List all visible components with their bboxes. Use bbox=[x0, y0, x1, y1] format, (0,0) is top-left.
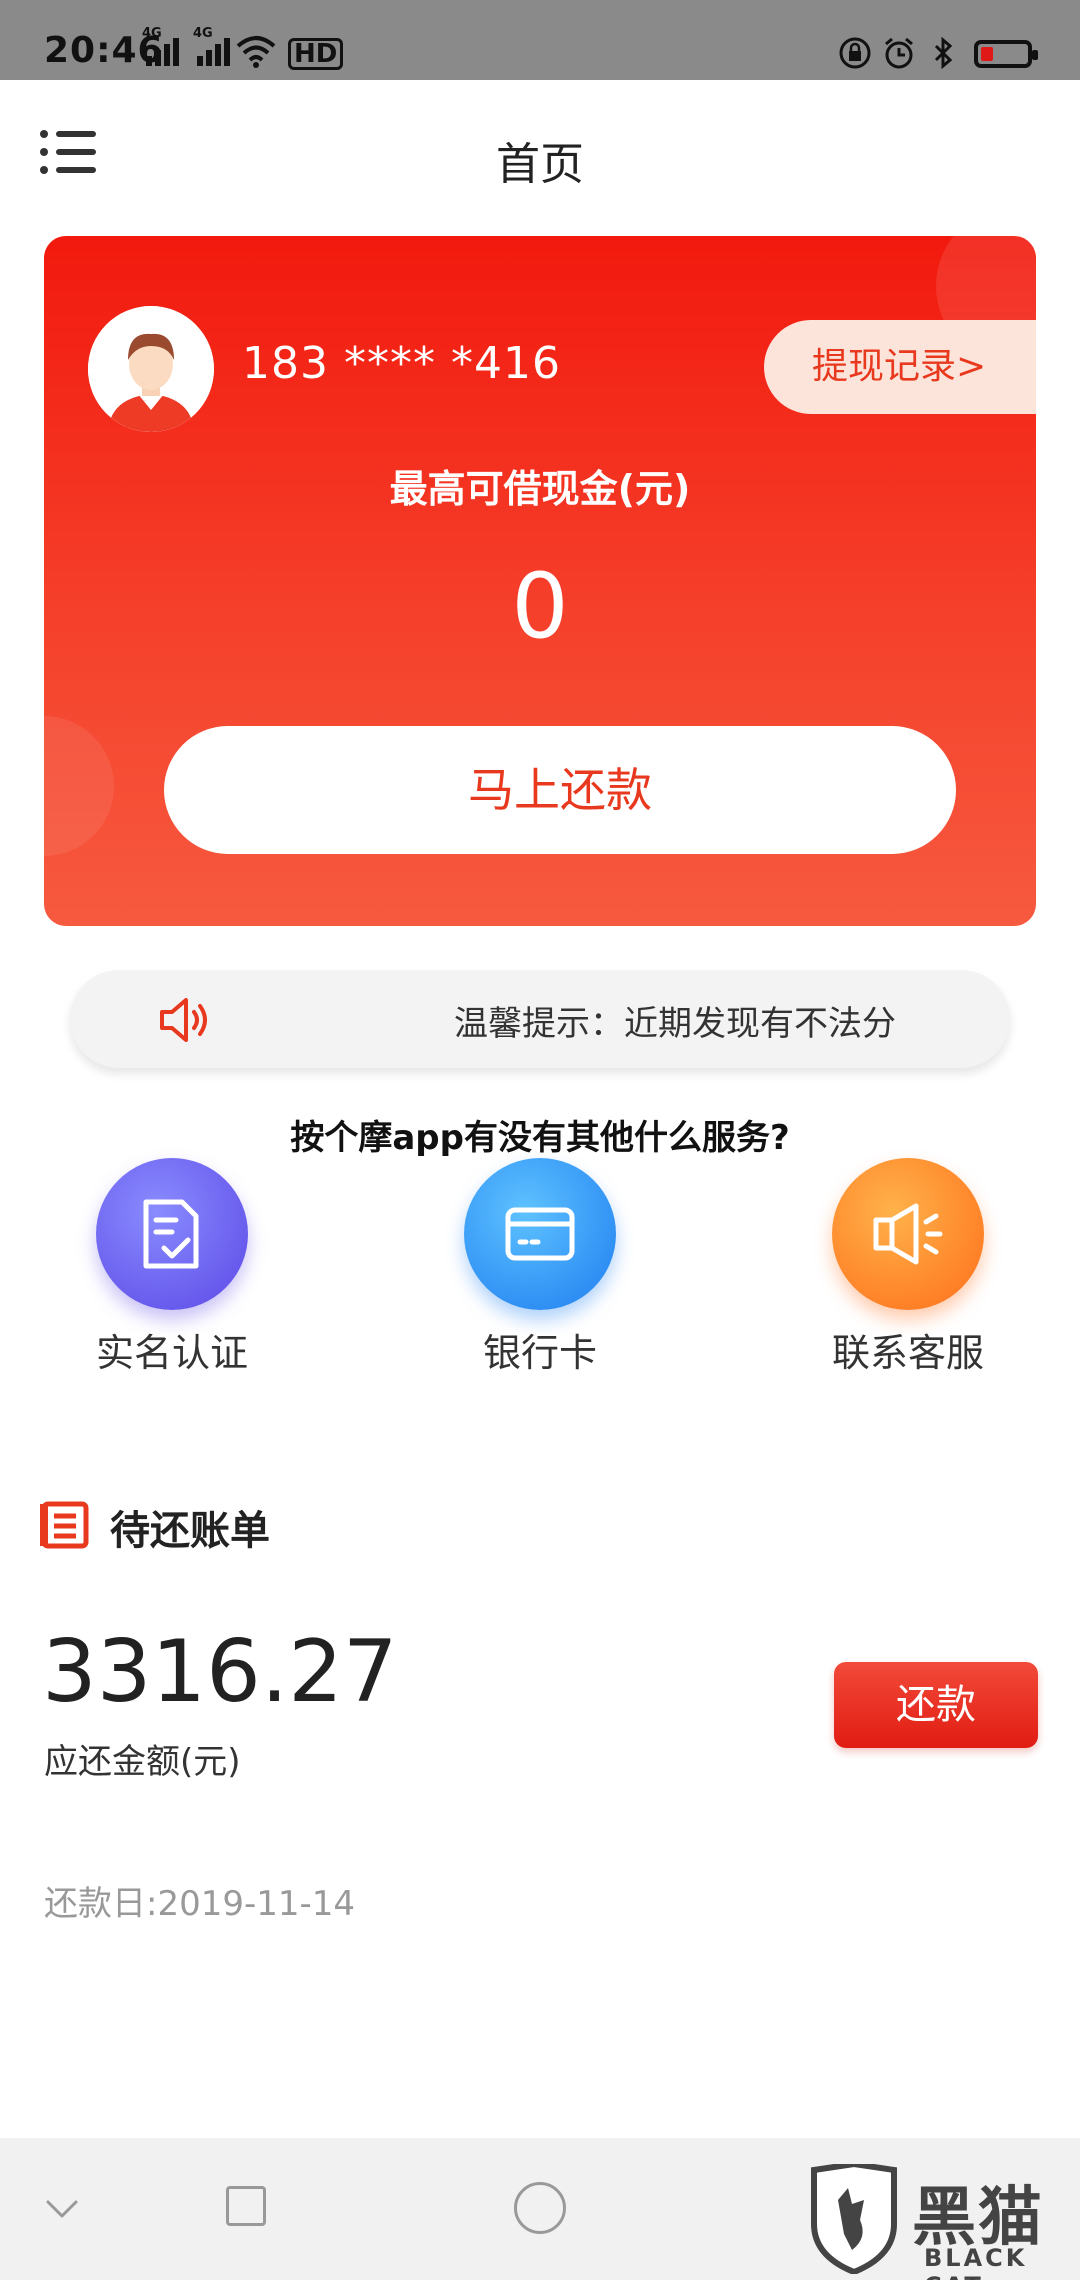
bills-title: 待还账单 bbox=[110, 1508, 270, 1554]
max-loan-value: 0 bbox=[511, 554, 569, 659]
hd-badge: HD bbox=[288, 38, 344, 70]
megaphone-icon bbox=[873, 1203, 943, 1265]
max-loan-label: 最高可借现金(元) bbox=[389, 467, 691, 511]
notice-text: 温馨提示：近期发现有不法分 bbox=[454, 1004, 896, 1044]
account-card: 183 **** *416 提现记录> 最高可借现金(元) 0 马上还款 bbox=[44, 236, 1036, 926]
bill-amount-label: 应还金额(元) bbox=[44, 1742, 241, 1782]
watermark-en: BLACK CAT bbox=[924, 2244, 1028, 2280]
card-decoration bbox=[44, 716, 114, 856]
signal-icon: 4G bbox=[193, 26, 230, 66]
wifi-icon bbox=[236, 36, 276, 68]
action-label: 联系客服 bbox=[831, 1331, 984, 1375]
signal-icon: 4G bbox=[142, 26, 179, 66]
overlay-question: 按个摩app有没有其他什么服务? bbox=[290, 1118, 790, 1158]
notice-banner[interactable]: 温馨提示：近期发现有不法分 bbox=[70, 970, 1010, 1068]
phone-number: 183 **** *416 bbox=[242, 338, 561, 389]
action-circle bbox=[96, 1158, 248, 1310]
lock-rotation-icon bbox=[839, 37, 871, 69]
page-title: 首页 bbox=[496, 139, 584, 190]
home-button[interactable] bbox=[514, 2182, 566, 2234]
speaker-icon bbox=[160, 998, 207, 1042]
recent-apps-button[interactable] bbox=[226, 2186, 266, 2226]
customer-service-button[interactable]: 联系客服 bbox=[788, 1158, 1028, 1378]
battery-level bbox=[981, 47, 993, 61]
document-check-icon bbox=[143, 1199, 199, 1269]
action-circle bbox=[832, 1158, 984, 1310]
signal-group: 4G 4G bbox=[142, 26, 230, 66]
black-cat-watermark: 黑猫 BLACK CAT bbox=[808, 2160, 1080, 2280]
bank-card-button[interactable]: 银行卡 bbox=[420, 1158, 660, 1378]
bill-amount: 3316.27 bbox=[42, 1622, 398, 1722]
real-name-auth-button[interactable]: 实名认证 bbox=[52, 1158, 292, 1378]
back-icon[interactable] bbox=[42, 2188, 82, 2228]
repay-now-button[interactable]: 马上还款 bbox=[164, 726, 956, 854]
battery-icon bbox=[974, 40, 1038, 68]
repay-button[interactable]: 还款 bbox=[834, 1662, 1038, 1748]
bank-card-icon bbox=[505, 1207, 575, 1261]
network-type-label: 4G bbox=[193, 26, 213, 41]
bill-list-icon bbox=[40, 1501, 89, 1549]
cat-shield-logo bbox=[811, 2164, 897, 2274]
due-date: 还款日:2019-11-14 bbox=[44, 1884, 356, 1924]
action-label: 银行卡 bbox=[482, 1331, 597, 1375]
avatar-icon bbox=[88, 306, 214, 432]
withdraw-records-button[interactable]: 提现记录> bbox=[764, 320, 1036, 414]
network-type-label: 4G bbox=[142, 26, 162, 41]
action-circle bbox=[464, 1158, 616, 1310]
alarm-icon bbox=[885, 37, 913, 69]
action-label: 实名认证 bbox=[95, 1331, 248, 1375]
avatar bbox=[88, 306, 214, 432]
bluetooth-icon bbox=[934, 36, 953, 70]
status-bar: 20:46 4G 4G HD bbox=[0, 0, 1080, 80]
